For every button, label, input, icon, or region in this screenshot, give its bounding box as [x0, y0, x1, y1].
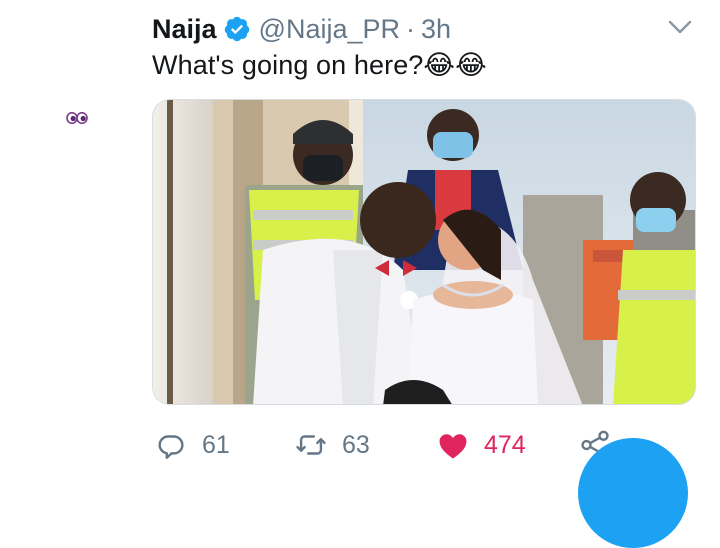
wedding-photo-image [153, 100, 695, 404]
retweet-icon [296, 435, 326, 455]
heart-icon [439, 434, 467, 459]
display-name[interactable]: Naija [152, 14, 217, 45]
like-button[interactable]: 474 [436, 426, 526, 464]
user-handle[interactable]: @Naija_PR [259, 14, 400, 44]
like-count: 474 [484, 430, 526, 459]
verified-badge-icon [224, 16, 249, 42]
reply-button[interactable]: 61 [154, 426, 230, 464]
chevron-down-icon[interactable] [666, 16, 694, 38]
retweet-button[interactable]: 63 [294, 426, 370, 464]
tweet-timestamp[interactable]: 3h [421, 14, 451, 44]
eyes-emoji-icon [66, 112, 88, 124]
handle-and-time: @Naija_PR · 3h [259, 14, 452, 45]
tweet-header: Naija @Naija_PR · 3h [152, 12, 451, 46]
retweet-count: 63 [342, 430, 370, 459]
compose-tweet-button[interactable] [578, 438, 688, 548]
separator-dot: · [406, 13, 416, 44]
tweet-text: What's going on here?😂😂 [152, 50, 487, 80]
comment-icon [158, 435, 184, 459]
tweet-photo[interactable] [152, 99, 696, 405]
reply-count: 61 [202, 430, 230, 459]
